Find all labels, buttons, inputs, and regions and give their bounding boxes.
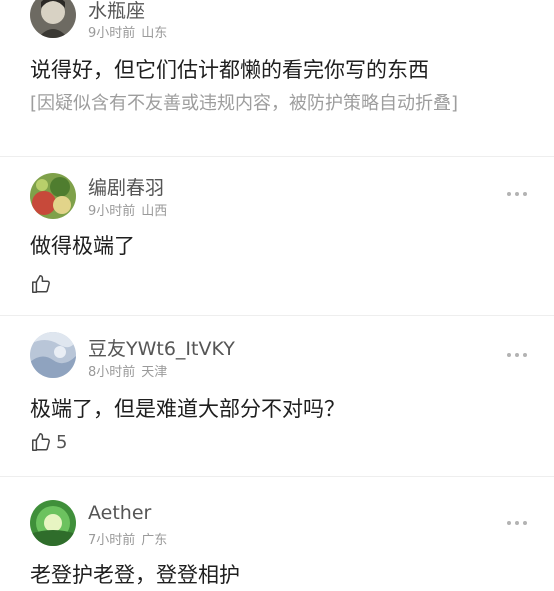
more-dots-icon[interactable] <box>507 519 529 527</box>
username[interactable]: Aether <box>88 502 151 524</box>
comment-meta: 9小时前 山西 <box>88 200 167 219</box>
more-dots-icon[interactable] <box>507 351 529 359</box>
avatar[interactable] <box>30 173 76 219</box>
comment-text: 极端了，但是难道大部分不对吗？ <box>30 397 345 421</box>
avatar[interactable] <box>30 332 76 378</box>
avatar-image <box>30 500 76 546</box>
avatar[interactable] <box>30 0 76 38</box>
comment-item: 编剧春羽 9小时前 山西 做得极端了 <box>0 157 554 315</box>
comment-time: 9小时前 <box>88 204 136 219</box>
more-dots-icon[interactable] <box>507 190 529 198</box>
avatar-image <box>30 0 76 38</box>
comment-location: 山西 <box>141 204 168 219</box>
comment-location: 广东 <box>141 533 168 548</box>
comment-item: Aether 7小时前 广东 老登护老登，登登相护 <box>0 477 554 591</box>
comment-meta: 9小时前 山东 <box>88 22 167 41</box>
like-button[interactable]: 5 <box>30 430 67 454</box>
comment-location: 山东 <box>141 26 168 41</box>
comment-text: 说得好，但它们估计都懒的看完你写的东西 <box>30 58 429 82</box>
thumbs-up-icon <box>32 275 50 293</box>
avatar-image <box>30 173 76 219</box>
like-count: 5 <box>56 431 68 453</box>
comment-text: 老登护老登，登登相护 <box>30 563 240 587</box>
comment-time: 7小时前 <box>88 533 136 548</box>
folded-notice[interactable]: [因疑似含有不友善或违规内容，被防护策略自动折叠] <box>30 91 520 117</box>
comment-time: 8小时前 <box>88 365 136 380</box>
comment-item: 水瓶座 9小时前 山东 说得好，但它们估计都懒的看完你写的东西 [因疑似含有不友善… <box>0 0 554 156</box>
comment-item: 豆友YWt6_ItVKY 8小时前 天津 极端了，但是难道大部分不对吗？ 5 <box>0 316 554 476</box>
avatar-image <box>30 332 76 378</box>
comment-time: 9小时前 <box>88 26 136 41</box>
thumbs-up-icon <box>32 433 50 451</box>
username[interactable]: 水瓶座 <box>88 0 145 23</box>
comment-meta: 7小时前 广东 <box>88 529 167 548</box>
username[interactable]: 豆友YWt6_ItVKY <box>88 334 235 361</box>
comment-text: 做得极端了 <box>30 234 135 258</box>
comment-meta: 8小时前 天津 <box>88 361 167 380</box>
username[interactable]: 编剧春羽 <box>88 173 164 200</box>
comment-location: 天津 <box>141 365 168 380</box>
avatar[interactable] <box>30 500 76 546</box>
like-button[interactable] <box>30 272 56 296</box>
